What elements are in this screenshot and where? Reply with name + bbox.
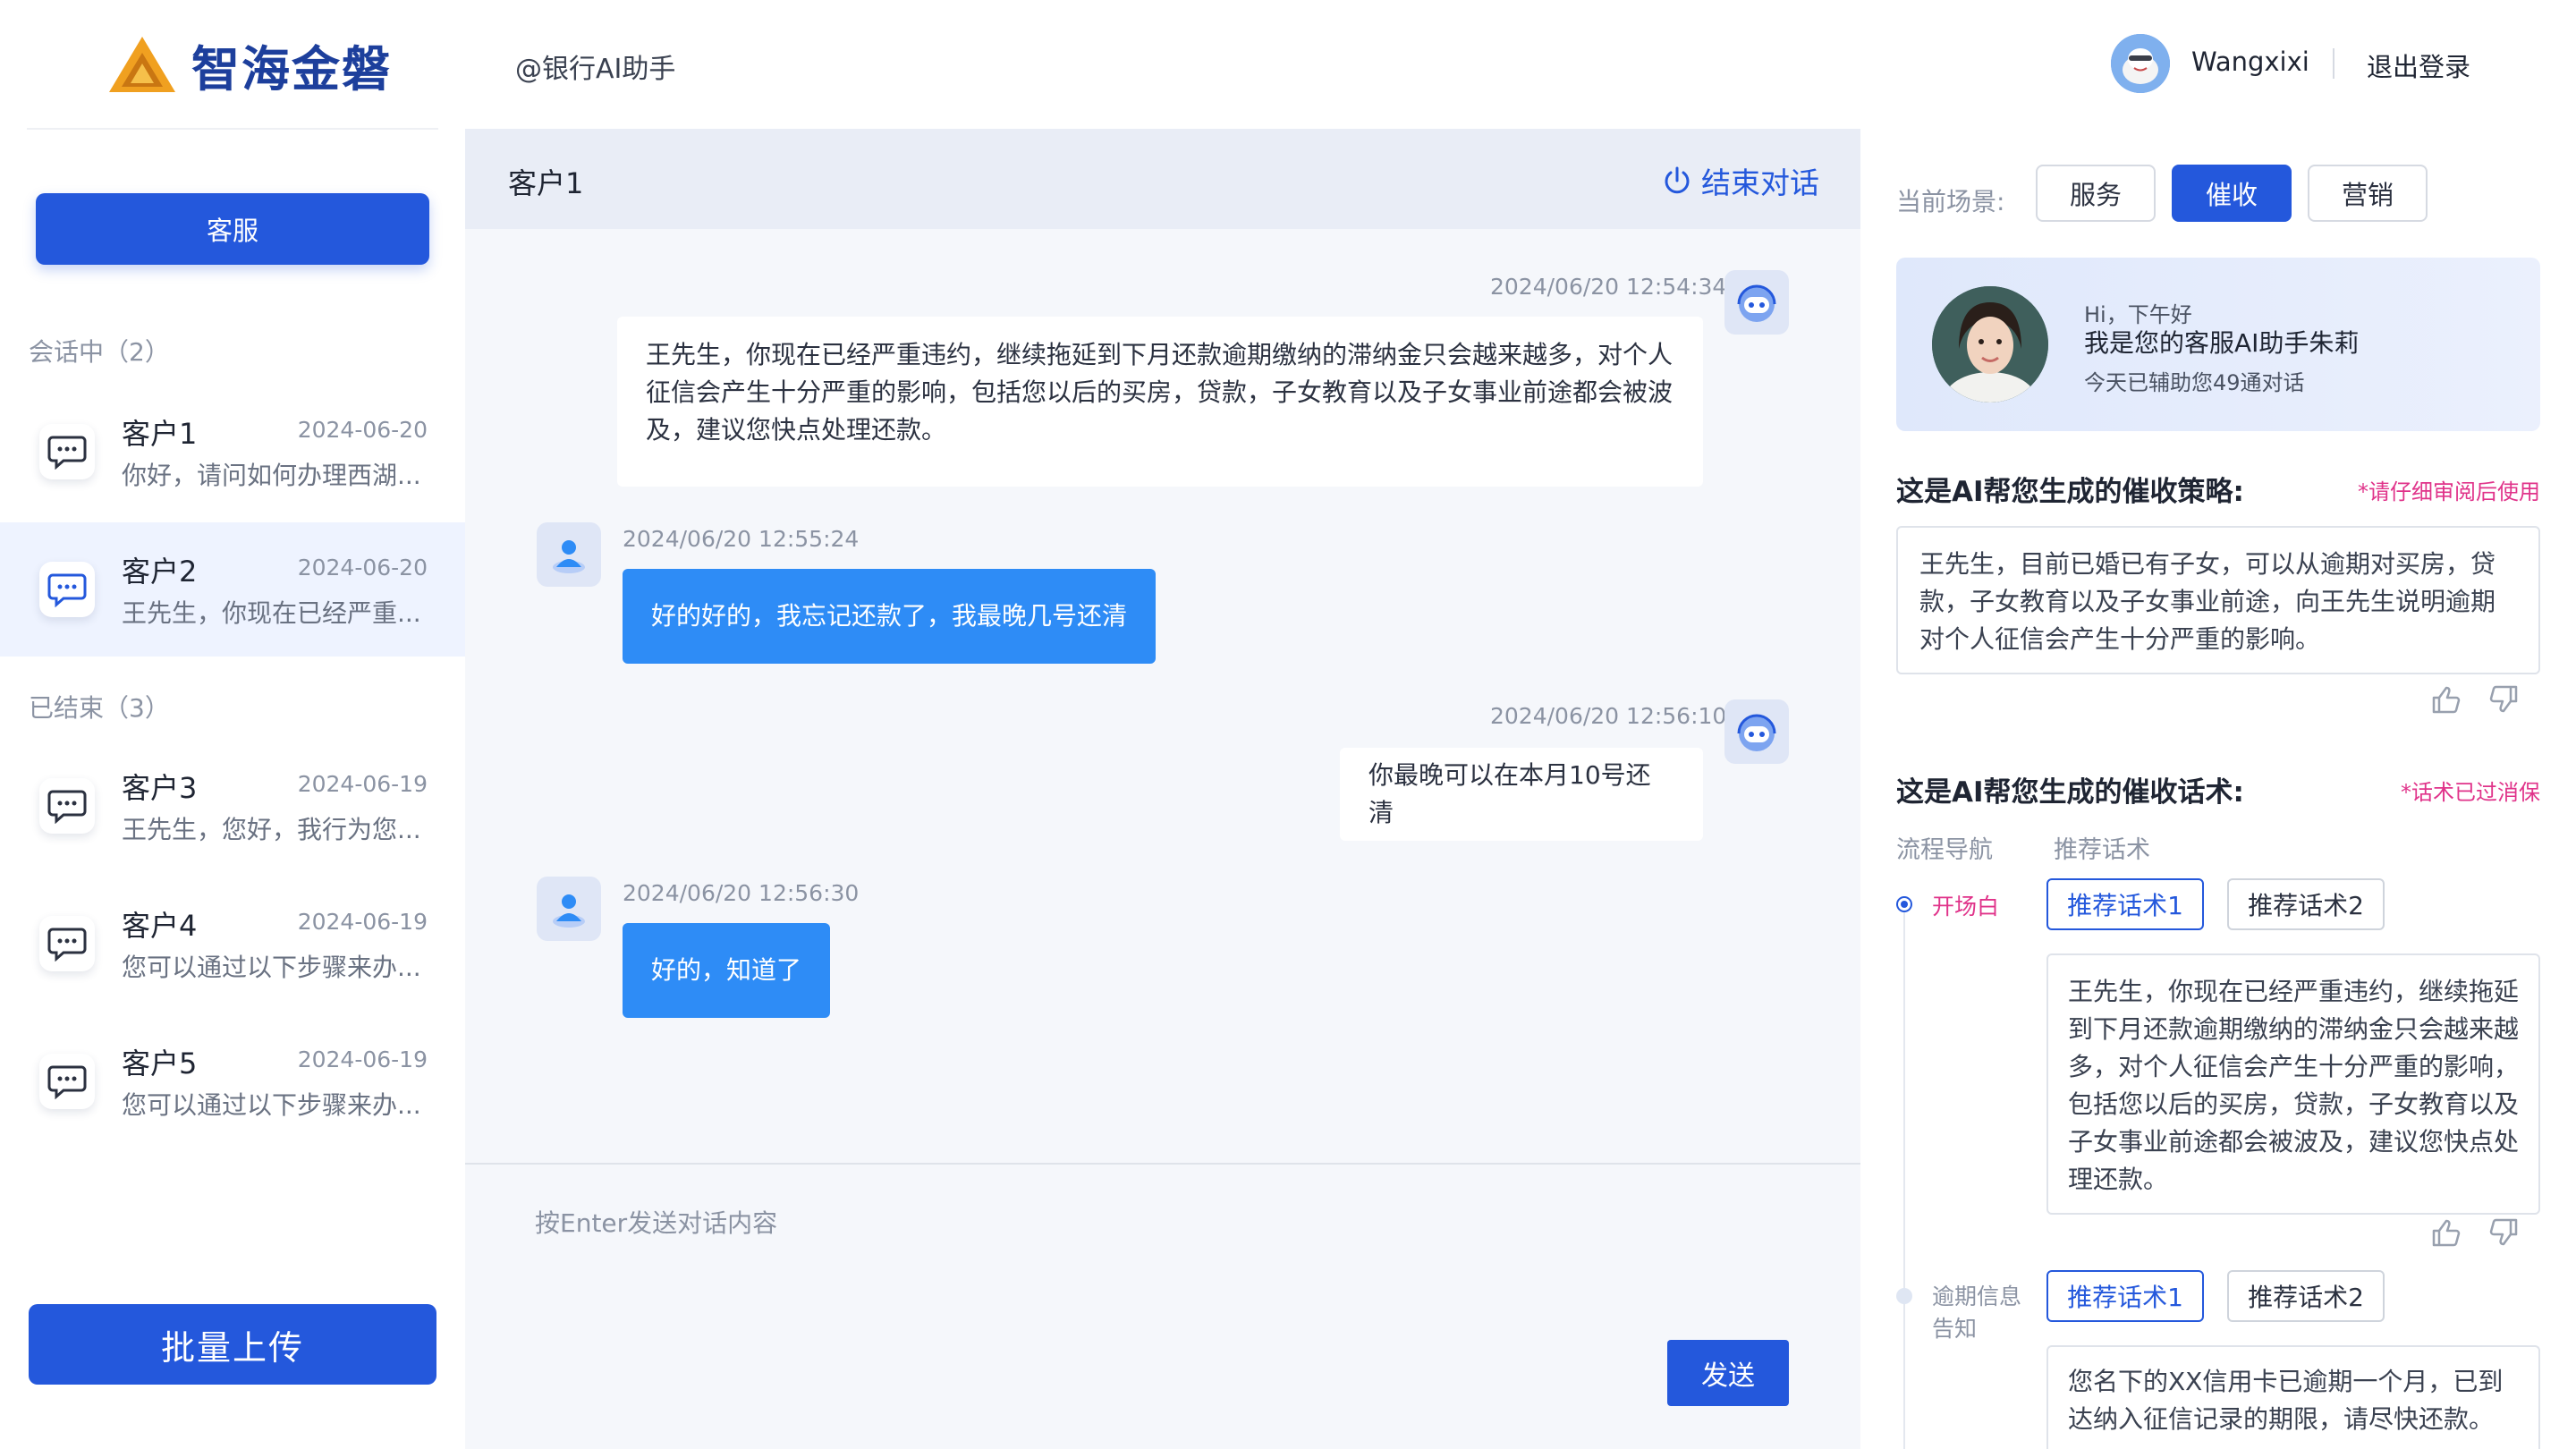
end-conversation-button[interactable]: 结束对话 — [1662, 159, 1819, 202]
chat-bubble-icon — [39, 562, 95, 617]
strategy-text: 王先生，目前已婚已有子女，可以从逾期对买房，贷款，子女教育以及子女事业前途，向王… — [1896, 526, 2540, 674]
strategy-note: *请仔细审阅后使用 — [2358, 479, 2540, 504]
script-text: 王先生，你现在已经严重违约，继续拖延到下月还款逾期缴纳的滞纳金只会越来越多，对个… — [2046, 953, 2540, 1215]
script-note: *话术已过消保 — [2401, 780, 2540, 805]
chat-title: 客户1 — [508, 166, 584, 200]
chat-bubble-icon — [39, 424, 95, 479]
end-conversation-label: 结束对话 — [1701, 165, 1819, 200]
conversation-name: 客户2 — [122, 555, 198, 589]
app-mention: @银行AI助手 — [515, 54, 676, 85]
divider — [2333, 48, 2334, 79]
conversation-date: 2024-06-20 — [297, 555, 428, 580]
brand-logo: 智海金磐 — [107, 32, 392, 97]
customer-avatar — [537, 877, 601, 941]
timeline-dot — [1896, 1288, 1912, 1304]
thumbs-up-icon[interactable] — [2431, 1218, 2462, 1254]
conversation-date: 2024-06-19 — [297, 909, 428, 935]
strategy-title: 这是AI帮您生成的催收策略: — [1896, 476, 2244, 508]
conversation-preview: 王先生，您好，我行为您... — [122, 815, 421, 844]
logout-link[interactable]: 退出登录 — [2367, 47, 2470, 84]
conversation-preview: 您可以通过以下步骤来办... — [122, 1090, 421, 1120]
brand-name: 智海金磐 — [191, 40, 392, 97]
username: Wangxixi — [2191, 47, 2309, 77]
thumbs-down-icon[interactable] — [2488, 685, 2519, 721]
assistant-intro: 我是您的客服AI助手朱莉 — [2084, 328, 2360, 358]
message-timestamp: 2024/06/20 12:55:24 — [623, 526, 860, 552]
script-option-1[interactable]: 推荐话术1 — [2046, 878, 2204, 930]
divider — [27, 128, 438, 130]
script-title: 这是AI帮您生成的催收话术: — [1896, 776, 2244, 809]
thumbs-down-icon[interactable] — [2488, 1218, 2519, 1254]
section-active-label: 会话中（2） — [29, 337, 170, 367]
message-bubble-customer: 好的，知道了 — [623, 923, 830, 1018]
user-avatar[interactable] — [2111, 34, 2170, 93]
conversation-item-4[interactable]: 客户4 2024-06-19 您可以通过以下步骤来办... — [0, 877, 465, 1011]
message-bubble-agent: 王先生，你现在已经严重违约，继续拖延到下月还款逾期缴纳的滞纳金只会越来越多，对个… — [617, 317, 1703, 487]
scene-collection-button[interactable]: 催收 — [2172, 165, 2292, 222]
script-option-2[interactable]: 推荐话术2 — [2227, 1270, 2385, 1322]
conversation-date: 2024-06-19 — [297, 1046, 428, 1072]
flow-nav-label: 流程导航 — [1896, 836, 1993, 864]
step-opening-label[interactable]: 开场白 — [1932, 889, 1999, 921]
conversation-item-1[interactable]: 客户1 2024-06-20 你好，请问如何办理西湖... — [0, 385, 465, 519]
scene-marketing-button[interactable]: 营销 — [2308, 165, 2428, 222]
timeline-line — [1903, 902, 1905, 1449]
agent-avatar — [1724, 699, 1789, 764]
conversation-preview: 王先生，你现在已经严重... — [122, 598, 421, 628]
script-text: 您名下的XX信用卡已逾期一个月，已到达纳入征信记录的期限，请尽快还款。 — [2046, 1345, 2540, 1449]
batch-upload-button[interactable]: 批量上传 — [29, 1304, 436, 1385]
chat-bubble-icon — [39, 1054, 95, 1109]
conversation-preview: 您可以通过以下步骤来办... — [122, 953, 421, 982]
script-option-2[interactable]: 推荐话术2 — [2227, 878, 2385, 930]
assistant-stats: 今天已辅助您49通对话 — [2084, 370, 2305, 395]
conversation-name: 客户1 — [122, 417, 198, 451]
send-button[interactable]: 发送 — [1667, 1340, 1789, 1406]
conversation-date: 2024-06-20 — [297, 417, 428, 443]
customer-avatar — [537, 522, 601, 587]
message-timestamp: 2024/06/20 12:56:10 — [1490, 703, 1727, 729]
step-overdue-info-label[interactable]: 逾期信息告知 — [1932, 1281, 2029, 1345]
timeline-dot-active — [1896, 896, 1912, 912]
message-bubble-customer: 好的好的，我忘记还款了，我最晚几号还清 — [623, 569, 1156, 664]
power-icon — [1665, 166, 1690, 194]
conversation-item-2[interactable]: 客户2 2024-06-20 王先生，你现在已经严重... — [0, 522, 465, 657]
conversation-name: 客户5 — [122, 1046, 198, 1080]
service-button[interactable]: 客服 — [36, 193, 429, 265]
conversation-item-3[interactable]: 客户3 2024-06-19 王先生，您好，我行为您... — [0, 739, 465, 873]
thumbs-up-icon[interactable] — [2431, 685, 2462, 721]
message-timestamp: 2024/06/20 12:54:34 — [1490, 274, 1727, 300]
triangle-logo-icon — [109, 37, 175, 92]
conversation-name: 客户4 — [122, 909, 198, 943]
scene-service-button[interactable]: 服务 — [2036, 165, 2156, 222]
section-ended-label: 已结束（3） — [29, 693, 170, 723]
message-bubble-agent: 你最晚可以在本月10号还清 — [1340, 748, 1703, 841]
conversation-date: 2024-06-19 — [297, 771, 428, 797]
conversation-preview: 你好，请问如何办理西湖... — [122, 461, 421, 490]
script-option-1[interactable]: 推荐话术1 — [2046, 1270, 2204, 1322]
conversation-name: 客户3 — [122, 771, 198, 805]
chat-header — [465, 129, 1860, 229]
assistant-photo — [1932, 286, 2048, 402]
divider — [465, 1163, 1860, 1165]
agent-avatar — [1724, 270, 1789, 335]
chat-bubble-icon — [39, 916, 95, 971]
conversation-item-5[interactable]: 客户5 2024-06-19 您可以通过以下步骤来办... — [0, 1014, 465, 1148]
chat-bubble-icon — [39, 778, 95, 834]
recommended-script-label: 推荐话术 — [2054, 836, 2150, 864]
message-timestamp: 2024/06/20 12:56:30 — [623, 880, 860, 906]
message-input[interactable]: 按Enter发送对话内容 — [535, 1204, 777, 1240]
scene-label: 当前场景: — [1896, 187, 2005, 216]
